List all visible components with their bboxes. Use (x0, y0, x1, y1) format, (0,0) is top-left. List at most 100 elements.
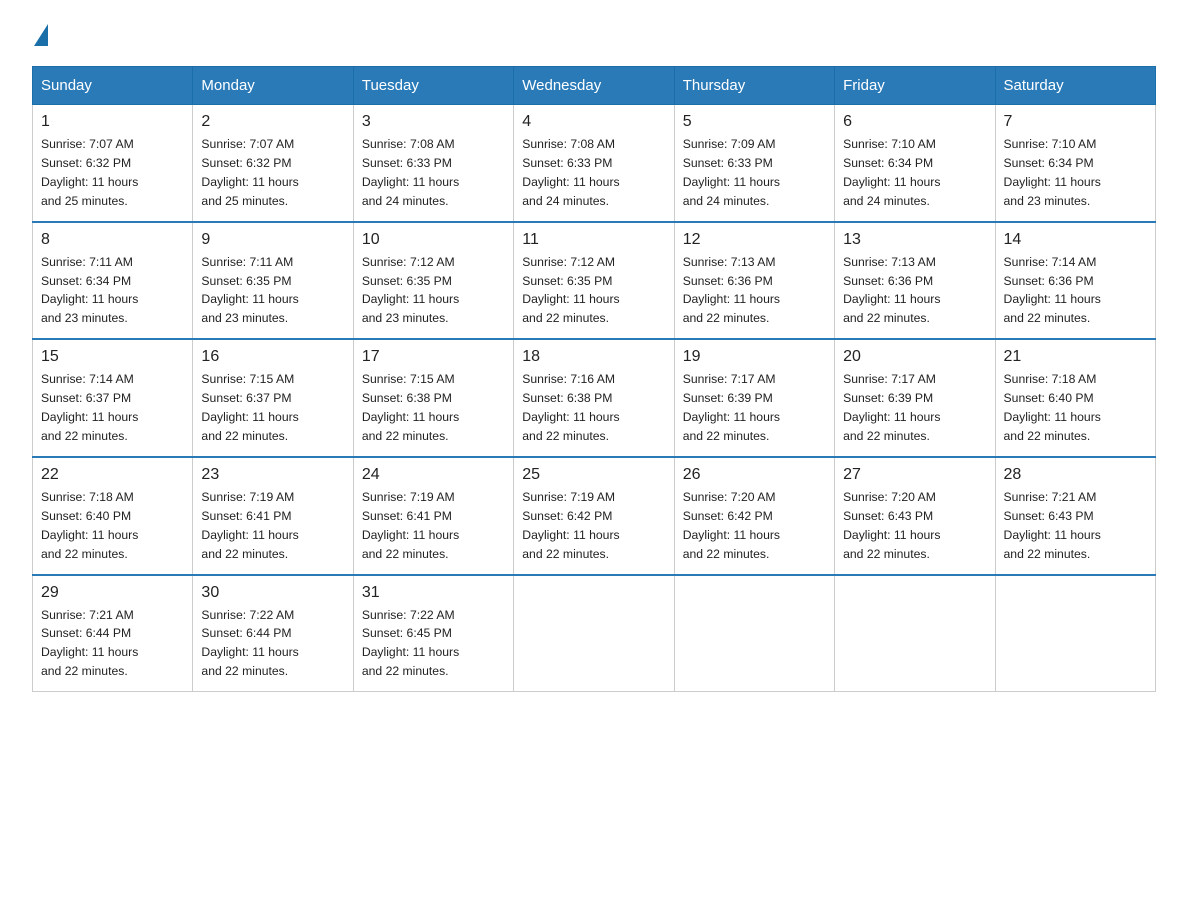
day-number: 1 (41, 113, 184, 131)
day-number: 29 (41, 584, 184, 602)
day-number: 22 (41, 466, 184, 484)
day-number: 9 (201, 231, 344, 249)
weekday-header-tuesday: Tuesday (353, 67, 513, 105)
calendar-cell: 5 Sunrise: 7:09 AMSunset: 6:33 PMDaylight… (674, 105, 834, 222)
calendar-cell: 3Sunrise: 7:08 AMSunset: 6:33 PMDaylight… (353, 105, 513, 222)
day-number: 5 (683, 113, 826, 131)
day-number: 11 (522, 231, 665, 249)
logo (32, 24, 50, 46)
calendar-cell: 4 Sunrise: 7:08 AMSunset: 6:33 PMDaylight… (514, 105, 674, 222)
calendar-cell: 12 Sunrise: 7:13 AMSunset: 6:36 PMDayligh… (674, 222, 834, 340)
day-info: Sunrise: 7:19 AMSunset: 6:41 PMDaylight:… (362, 488, 505, 564)
day-info: Sunrise: 7:09 AMSunset: 6:33 PMDaylight:… (683, 135, 826, 211)
calendar-cell: 20 Sunrise: 7:17 AMSunset: 6:39 PMDayligh… (835, 339, 995, 457)
day-info: Sunrise: 7:14 AMSunset: 6:37 PMDaylight:… (41, 370, 184, 446)
calendar-cell: 13 Sunrise: 7:13 AMSunset: 6:36 PMDayligh… (835, 222, 995, 340)
weekday-header-sunday: Sunday (33, 67, 193, 105)
calendar-cell: 27 Sunrise: 7:20 AMSunset: 6:43 PMDayligh… (835, 457, 995, 575)
calendar-cell: 8 Sunrise: 7:11 AMSunset: 6:34 PMDaylight… (33, 222, 193, 340)
day-info: Sunrise: 7:19 AMSunset: 6:42 PMDaylight:… (522, 488, 665, 564)
calendar-cell: 16Sunrise: 7:15 AMSunset: 6:37 PMDayligh… (193, 339, 353, 457)
calendar-cell: 25 Sunrise: 7:19 AMSunset: 6:42 PMDayligh… (514, 457, 674, 575)
day-info: Sunrise: 7:10 AMSunset: 6:34 PMDaylight:… (1004, 135, 1147, 211)
calendar-cell: 15 Sunrise: 7:14 AMSunset: 6:37 PMDayligh… (33, 339, 193, 457)
day-number: 26 (683, 466, 826, 484)
calendar-cell: 9 Sunrise: 7:11 AMSunset: 6:35 PMDaylight… (193, 222, 353, 340)
day-number: 31 (362, 584, 505, 602)
calendar-week-row: 29 Sunrise: 7:21 AMSunset: 6:44 PMDayligh… (33, 575, 1156, 692)
weekday-header-thursday: Thursday (674, 67, 834, 105)
calendar-cell: 31 Sunrise: 7:22 AMSunset: 6:45 PMDayligh… (353, 575, 513, 692)
day-info: Sunrise: 7:13 AMSunset: 6:36 PMDaylight:… (683, 253, 826, 329)
day-number: 17 (362, 348, 505, 366)
calendar-cell: 26Sunrise: 7:20 AMSunset: 6:42 PMDayligh… (674, 457, 834, 575)
day-number: 23 (201, 466, 344, 484)
day-info: Sunrise: 7:11 AMSunset: 6:35 PMDaylight:… (201, 253, 344, 329)
day-number: 21 (1004, 348, 1147, 366)
day-number: 18 (522, 348, 665, 366)
weekday-header-row: SundayMondayTuesdayWednesdayThursdayFrid… (33, 67, 1156, 105)
day-info: Sunrise: 7:10 AMSunset: 6:34 PMDaylight:… (843, 135, 986, 211)
day-number: 24 (362, 466, 505, 484)
calendar-cell: 6Sunrise: 7:10 AMSunset: 6:34 PMDaylight… (835, 105, 995, 222)
day-info: Sunrise: 7:20 AMSunset: 6:43 PMDaylight:… (843, 488, 986, 564)
day-info: Sunrise: 7:13 AMSunset: 6:36 PMDaylight:… (843, 253, 986, 329)
day-number: 28 (1004, 466, 1147, 484)
calendar-cell: 30 Sunrise: 7:22 AMSunset: 6:44 PMDayligh… (193, 575, 353, 692)
day-info: Sunrise: 7:12 AMSunset: 6:35 PMDaylight:… (362, 253, 505, 329)
calendar-cell: 28 Sunrise: 7:21 AMSunset: 6:43 PMDayligh… (995, 457, 1155, 575)
page-header (32, 24, 1156, 46)
day-info: Sunrise: 7:18 AMSunset: 6:40 PMDaylight:… (41, 488, 184, 564)
day-number: 25 (522, 466, 665, 484)
calendar-cell: 2 Sunrise: 7:07 AMSunset: 6:32 PMDaylight… (193, 105, 353, 222)
day-number: 12 (683, 231, 826, 249)
day-info: Sunrise: 7:15 AMSunset: 6:38 PMDaylight:… (362, 370, 505, 446)
day-info: Sunrise: 7:07 AMSunset: 6:32 PMDaylight:… (41, 135, 184, 211)
day-info: Sunrise: 7:08 AMSunset: 6:33 PMDaylight:… (522, 135, 665, 211)
calendar-cell: 11 Sunrise: 7:12 AMSunset: 6:35 PMDayligh… (514, 222, 674, 340)
calendar-cell: 24 Sunrise: 7:19 AMSunset: 6:41 PMDayligh… (353, 457, 513, 575)
day-info: Sunrise: 7:17 AMSunset: 6:39 PMDaylight:… (843, 370, 986, 446)
weekday-header-friday: Friday (835, 67, 995, 105)
day-number: 30 (201, 584, 344, 602)
day-info: Sunrise: 7:15 AMSunset: 6:37 PMDaylight:… (201, 370, 344, 446)
day-number: 20 (843, 348, 986, 366)
calendar-cell: 17 Sunrise: 7:15 AMSunset: 6:38 PMDayligh… (353, 339, 513, 457)
day-info: Sunrise: 7:21 AMSunset: 6:43 PMDaylight:… (1004, 488, 1147, 564)
calendar-week-row: 1 Sunrise: 7:07 AMSunset: 6:32 PMDaylight… (33, 105, 1156, 222)
weekday-header-wednesday: Wednesday (514, 67, 674, 105)
day-info: Sunrise: 7:21 AMSunset: 6:44 PMDaylight:… (41, 606, 184, 682)
day-info: Sunrise: 7:19 AMSunset: 6:41 PMDaylight:… (201, 488, 344, 564)
day-number: 27 (843, 466, 986, 484)
day-number: 14 (1004, 231, 1147, 249)
calendar-week-row: 15 Sunrise: 7:14 AMSunset: 6:37 PMDayligh… (33, 339, 1156, 457)
day-info: Sunrise: 7:08 AMSunset: 6:33 PMDaylight:… (362, 135, 505, 211)
calendar-cell (674, 575, 834, 692)
logo-triangle-icon (34, 24, 48, 46)
day-info: Sunrise: 7:17 AMSunset: 6:39 PMDaylight:… (683, 370, 826, 446)
calendar-cell: 22 Sunrise: 7:18 AMSunset: 6:40 PMDayligh… (33, 457, 193, 575)
calendar-cell: 14 Sunrise: 7:14 AMSunset: 6:36 PMDayligh… (995, 222, 1155, 340)
calendar-cell (835, 575, 995, 692)
calendar-week-row: 8 Sunrise: 7:11 AMSunset: 6:34 PMDaylight… (33, 222, 1156, 340)
day-number: 19 (683, 348, 826, 366)
weekday-header-monday: Monday (193, 67, 353, 105)
day-number: 13 (843, 231, 986, 249)
calendar-cell: 1 Sunrise: 7:07 AMSunset: 6:32 PMDaylight… (33, 105, 193, 222)
day-info: Sunrise: 7:12 AMSunset: 6:35 PMDaylight:… (522, 253, 665, 329)
calendar-cell: 7 Sunrise: 7:10 AMSunset: 6:34 PMDaylight… (995, 105, 1155, 222)
weekday-header-saturday: Saturday (995, 67, 1155, 105)
day-info: Sunrise: 7:11 AMSunset: 6:34 PMDaylight:… (41, 253, 184, 329)
day-info: Sunrise: 7:22 AMSunset: 6:45 PMDaylight:… (362, 606, 505, 682)
day-number: 10 (362, 231, 505, 249)
day-number: 15 (41, 348, 184, 366)
day-number: 8 (41, 231, 184, 249)
day-number: 7 (1004, 113, 1147, 131)
day-number: 2 (201, 113, 344, 131)
day-info: Sunrise: 7:07 AMSunset: 6:32 PMDaylight:… (201, 135, 344, 211)
day-number: 4 (522, 113, 665, 131)
day-info: Sunrise: 7:14 AMSunset: 6:36 PMDaylight:… (1004, 253, 1147, 329)
calendar-cell: 19 Sunrise: 7:17 AMSunset: 6:39 PMDayligh… (674, 339, 834, 457)
day-info: Sunrise: 7:22 AMSunset: 6:44 PMDaylight:… (201, 606, 344, 682)
day-info: Sunrise: 7:16 AMSunset: 6:38 PMDaylight:… (522, 370, 665, 446)
